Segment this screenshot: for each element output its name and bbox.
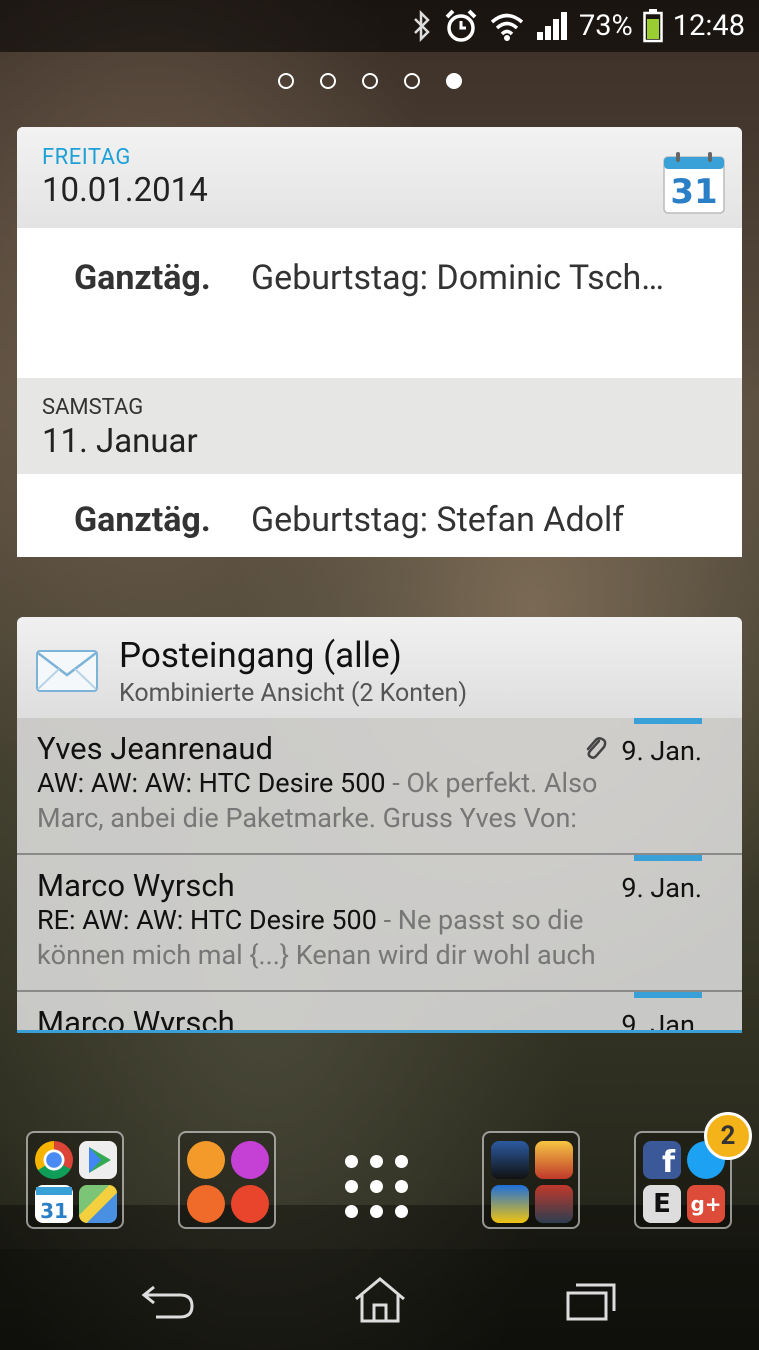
widget-bottom-border bbox=[17, 1030, 742, 1033]
attachment-icon bbox=[583, 735, 607, 768]
status-bar: 73% 12:48 bbox=[0, 0, 759, 52]
calendar-date: 10.01.2014 bbox=[42, 171, 208, 210]
envelope-icon bbox=[35, 647, 99, 695]
email-item[interactable]: Marco Wyrsch 9. Jan. bbox=[17, 992, 742, 1033]
signal-icon bbox=[535, 10, 569, 42]
email-separator: - bbox=[385, 767, 407, 799]
album-icon bbox=[187, 1141, 225, 1179]
calendar-mini-day: 31 bbox=[40, 1199, 68, 1223]
battery-icon bbox=[643, 9, 663, 43]
battery-percent: 73% bbox=[578, 9, 633, 43]
event-time: Ganztäg. bbox=[74, 258, 211, 298]
event-title: Geburtstag: Dominic Tsch… bbox=[251, 258, 664, 298]
calendar-icon-day: 31 bbox=[670, 172, 717, 212]
game2-icon bbox=[535, 1141, 573, 1179]
play-store-icon bbox=[79, 1141, 117, 1179]
wifi-icon bbox=[489, 10, 525, 42]
home-icon[interactable] bbox=[350, 1275, 410, 1325]
sonic-icon bbox=[491, 1185, 529, 1223]
inbox-subtitle: Kombinierte Ansicht (2 Konten) bbox=[119, 679, 468, 708]
app-drawer-button[interactable] bbox=[345, 1155, 415, 1221]
page-dot-active bbox=[446, 73, 462, 89]
page-dot bbox=[362, 73, 378, 89]
email-sender: Yves Jeanrenaud bbox=[37, 730, 273, 767]
walkman-icon bbox=[231, 1141, 269, 1179]
page-dot bbox=[320, 73, 336, 89]
email-date: 9. Jan. bbox=[621, 735, 702, 767]
bluetooth-icon bbox=[411, 10, 433, 42]
inbox-title: Posteingang (alle) bbox=[119, 635, 402, 676]
email-date: 9. Jan. bbox=[621, 872, 702, 904]
google-folder[interactable]: 31 bbox=[26, 1131, 124, 1229]
movies-icon bbox=[187, 1185, 225, 1223]
event-title: Geburtstag: Stefan Adolf bbox=[251, 500, 625, 540]
calendar-icon[interactable]: 31 bbox=[662, 151, 726, 215]
maps-icon bbox=[79, 1185, 117, 1223]
email-sender: Marco Wyrsch bbox=[37, 867, 235, 904]
tv-icon bbox=[231, 1185, 269, 1223]
navigation-bar bbox=[0, 1249, 759, 1350]
recent-apps-icon[interactable] bbox=[562, 1275, 622, 1325]
page-indicator bbox=[278, 73, 462, 89]
media-folder[interactable] bbox=[178, 1131, 276, 1229]
email-preview: Ok perfekt. Also bbox=[406, 767, 598, 799]
facebook-icon: f bbox=[643, 1141, 681, 1180]
unread-indicator bbox=[634, 992, 702, 998]
game4-icon bbox=[535, 1185, 573, 1223]
calendar-icon: 31 bbox=[35, 1185, 73, 1223]
calendar-event[interactable]: Ganztäg. Geburtstag: Dominic Tsch… bbox=[17, 228, 742, 378]
page-dot bbox=[278, 73, 294, 89]
email-subject: AW: AW: AW: HTC Desire 500 bbox=[37, 767, 386, 799]
email-preview: können mich mal {...} Kenan wird dir woh… bbox=[37, 939, 596, 971]
alarm-icon bbox=[443, 8, 479, 44]
calendar-day-name: FREITAG bbox=[42, 145, 131, 170]
chrome-icon bbox=[35, 1141, 73, 1179]
google-plus-icon: g+ bbox=[687, 1185, 725, 1223]
email-preview: Marc, anbei die Paketmarke. Gruss Yves V… bbox=[37, 802, 577, 834]
email-subject: RE: AW: AW: HTC Desire 500 bbox=[37, 904, 377, 936]
clock: 12:48 bbox=[672, 9, 745, 43]
calendar-widget[interactable]: FREITAG 10.01.2014 31 Ganztäg. Geburtsta… bbox=[17, 127, 742, 557]
calendar-day-header: SAMSTAG 11. Januar bbox=[17, 378, 742, 474]
notification-badge: 2 bbox=[704, 1112, 752, 1160]
email-subject-line: AW: AW: AW: HTC Desire 500 - Ok perfekt.… bbox=[37, 767, 597, 799]
email-item[interactable]: Yves Jeanrenaud 9. Jan. AW: AW: AW: HTC … bbox=[17, 718, 742, 855]
event-time: Ganztäg. bbox=[74, 500, 211, 540]
email-header[interactable]: Posteingang (alle) Kombinierte Ansicht (… bbox=[17, 617, 742, 718]
status-icons: 73% 12:48 bbox=[411, 0, 745, 52]
email-sender: Marco Wyrsch bbox=[37, 1004, 235, 1033]
calendar-header[interactable]: FREITAG 10.01.2014 31 bbox=[17, 127, 742, 228]
calendar-event[interactable]: Ganztäg. Geburtstag: Stefan Adolf bbox=[17, 474, 742, 556]
calendar-date: 11. Januar bbox=[42, 422, 198, 461]
email-item[interactable]: Marco Wyrsch 9. Jan. RE: AW: AW: HTC Des… bbox=[17, 855, 742, 992]
evernote-icon: E bbox=[643, 1185, 681, 1223]
page-dot bbox=[404, 73, 420, 89]
calendar-day-name: SAMSTAG bbox=[42, 395, 144, 420]
unread-indicator bbox=[634, 718, 702, 724]
games-folder[interactable] bbox=[482, 1131, 580, 1229]
email-separator: - bbox=[376, 904, 398, 936]
back-icon[interactable] bbox=[140, 1275, 200, 1325]
email-subject-line: RE: AW: AW: HTC Desire 500 - Ne passt so… bbox=[37, 904, 583, 936]
game1-icon bbox=[491, 1141, 529, 1179]
email-preview: Ne passt so die bbox=[397, 904, 584, 936]
unread-indicator bbox=[634, 855, 702, 861]
email-widget[interactable]: Posteingang (alle) Kombinierte Ansicht (… bbox=[17, 617, 742, 1033]
